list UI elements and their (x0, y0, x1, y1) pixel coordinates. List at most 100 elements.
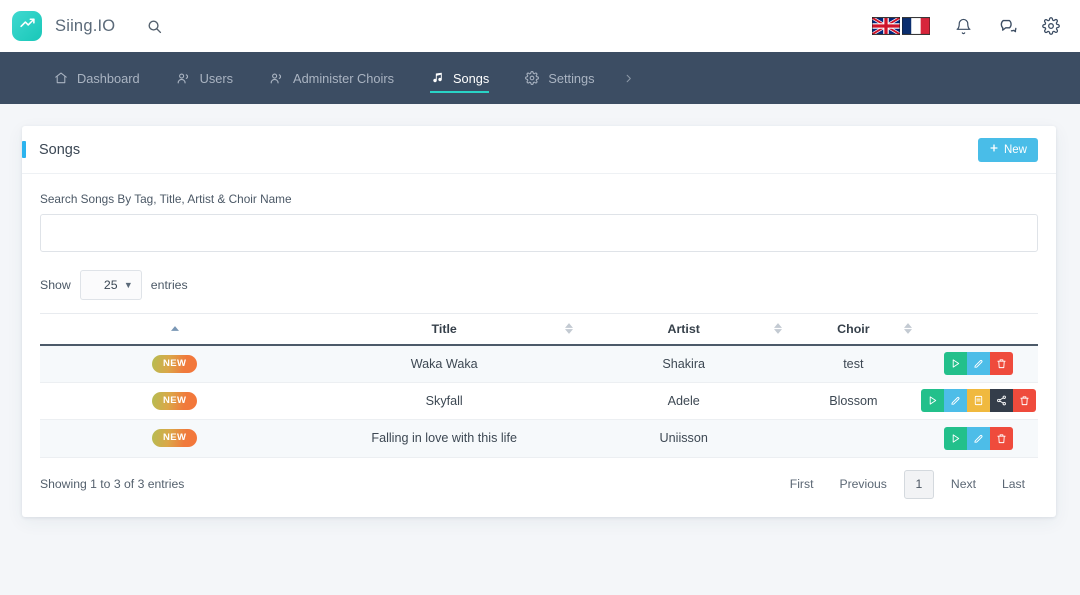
column-header-title-label: Title (431, 321, 457, 336)
page-title: Songs (39, 141, 81, 158)
pagination: First Previous 1 Next Last (777, 469, 1038, 499)
entries-select[interactable]: 25 (79, 270, 142, 300)
pagination-first[interactable]: First (777, 471, 827, 497)
card-body: Search Songs By Tag, Title, Artist & Cho… (22, 174, 1056, 458)
share-button[interactable] (989, 389, 1013, 413)
search-label: Search Songs By Tag, Title, Artist & Cho… (40, 192, 292, 206)
songs-card: Songs New Search Songs By Tag, Title, Ar… (22, 126, 1056, 517)
search-input[interactable] (40, 214, 1038, 252)
top-header-actions (871, 15, 1062, 37)
entries-control: Show 25 ▼ entries (40, 270, 1038, 300)
column-header-artist[interactable]: Artist (578, 313, 789, 346)
table-footer: Showing 1 to 3 of 3 entries First Previo… (22, 458, 1056, 517)
language-flags (871, 16, 931, 36)
pagination-previous[interactable]: Previous (826, 471, 899, 497)
page-content: Songs New Search Songs By Tag, Title, Ar… (0, 104, 1080, 539)
cell-actions (918, 344, 1038, 383)
cell-badge: NEW (40, 382, 310, 420)
table-header-row: Title Artist Choir (40, 313, 1038, 346)
edit-button[interactable] (966, 352, 990, 375)
showing-entries-text: Showing 1 to 3 of 3 entries (40, 477, 185, 491)
chevron-right-icon[interactable] (613, 52, 644, 104)
sort-none-icon (904, 323, 913, 335)
nav-item-settings[interactable]: Settings (507, 52, 612, 104)
nav-item-administer-choirs[interactable]: Administer Choirs (251, 52, 412, 104)
cell-badge: NEW (40, 344, 310, 383)
column-header-choir[interactable]: Choir (788, 313, 919, 346)
cell-artist: Uniisson (578, 419, 789, 458)
nav-item-songs[interactable]: Songs (412, 52, 507, 104)
new-button-label: New (1003, 143, 1027, 156)
nav-item-users[interactable]: Users (158, 52, 251, 104)
entries-label: entries (150, 278, 188, 292)
delete-button[interactable] (989, 426, 1013, 450)
table-row[interactable]: NEW Skyfall Adele Blossom (40, 382, 1038, 420)
title-accent-bar (22, 141, 26, 158)
brand[interactable]: Siing.IO (12, 11, 115, 41)
sort-asc-icon (170, 326, 179, 332)
play-button[interactable] (920, 389, 944, 413)
music-note-icon (430, 71, 444, 85)
cell-artist: Shakira (578, 344, 789, 383)
table-body: NEW Waka Waka Shakira test NEW Skyfall A… (40, 344, 1038, 458)
play-button[interactable] (943, 426, 967, 450)
edit-button[interactable] (943, 389, 967, 413)
brand-name: Siing.IO (55, 16, 116, 35)
cell-actions (918, 419, 1038, 458)
status-badge: NEW (152, 354, 198, 373)
main-navigation: Dashboard Users Administer Choirs Songs … (0, 52, 1080, 104)
plus-icon (989, 143, 999, 156)
entries-select-wrap: 25 ▼ (79, 270, 142, 300)
home-icon (54, 71, 68, 85)
cell-choir: Blossom (788, 382, 919, 420)
status-badge: NEW (152, 391, 198, 410)
play-button[interactable] (943, 352, 967, 375)
nav-item-label: Users (199, 70, 234, 86)
card-header: Songs New (22, 126, 1056, 174)
nav-item-label: Settings (548, 70, 595, 86)
table-row[interactable]: NEW Falling in love with this life Uniis… (40, 419, 1038, 458)
nav-item-dashboard[interactable]: Dashboard (36, 52, 158, 104)
chat-icon[interactable] (996, 15, 1018, 37)
pagination-page-1[interactable]: 1 (903, 469, 934, 499)
gear-icon[interactable] (1040, 15, 1062, 37)
row-actions (920, 389, 1036, 413)
edit-button[interactable] (966, 426, 990, 450)
cell-badge: NEW (40, 419, 310, 458)
bell-icon[interactable] (952, 15, 974, 37)
cell-choir: test (788, 344, 919, 383)
flag-uk[interactable] (871, 16, 901, 36)
pagination-last[interactable]: Last (989, 471, 1038, 497)
songs-table: Title Artist Choir NEW Waka Waka Shakira… (40, 313, 1038, 458)
document-button[interactable] (966, 389, 990, 413)
search-icon[interactable] (143, 15, 165, 37)
delete-button[interactable] (989, 352, 1013, 375)
column-header-badge[interactable] (40, 313, 310, 346)
new-button[interactable]: New (977, 137, 1038, 162)
sort-none-icon (774, 323, 783, 335)
users-icon (269, 71, 284, 86)
table-head: Title Artist Choir (40, 313, 1038, 346)
delete-button[interactable] (1012, 389, 1036, 413)
pagination-next[interactable]: Next (938, 471, 989, 497)
row-actions (943, 426, 1013, 450)
top-header-bar: Siing.IO (0, 0, 1080, 52)
table-row[interactable]: NEW Waka Waka Shakira test (40, 344, 1038, 383)
column-header-actions (918, 313, 1038, 346)
trending-up-icon (19, 15, 36, 37)
cell-artist: Adele (578, 382, 789, 420)
cell-title: Skyfall (309, 382, 579, 420)
sort-none-icon (564, 323, 573, 335)
cell-title: Falling in love with this life (309, 419, 579, 458)
column-header-title[interactable]: Title (309, 313, 579, 346)
users-icon (176, 71, 191, 86)
nav-item-label: Dashboard (77, 70, 140, 86)
column-header-artist-label: Artist (667, 321, 700, 336)
nav-item-label: Administer Choirs (293, 70, 395, 86)
column-header-choir-label: Choir (837, 321, 870, 336)
cell-actions (918, 382, 1038, 420)
status-badge: NEW (152, 429, 198, 448)
flag-fr[interactable] (901, 17, 931, 35)
show-label: Show (40, 278, 71, 292)
cell-title: Waka Waka (309, 344, 579, 383)
